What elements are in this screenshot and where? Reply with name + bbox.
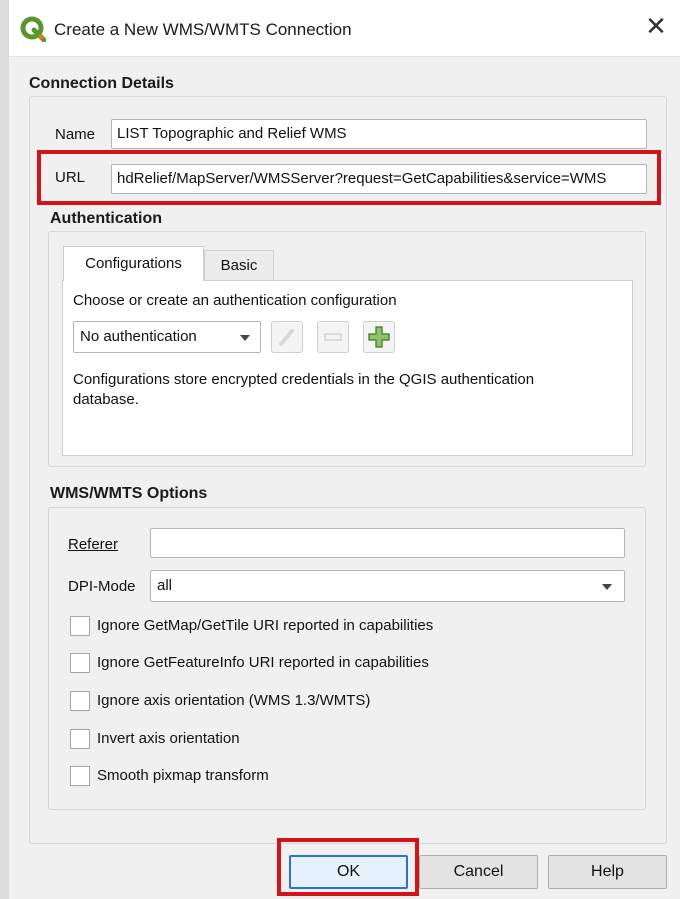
auth-info-line-2: database.: [73, 391, 139, 408]
tab-basic[interactable]: Basic: [204, 250, 274, 280]
window-title: Create a New WMS/WMTS Connection: [54, 20, 352, 39]
auth-config-select[interactable]: No authentication: [73, 321, 261, 353]
dpi-mode-value: all: [157, 577, 173, 594]
edit-config-button[interactable]: [271, 321, 303, 353]
ignore-getfeatureinfo-label: Ignore GetFeatureInfo URI reported in ca…: [97, 654, 429, 671]
chevron-down-icon: [602, 584, 612, 590]
close-icon[interactable]: ✕: [644, 13, 668, 39]
referer-field[interactable]: [150, 528, 625, 558]
referer-label: Referer: [68, 536, 119, 553]
smooth-pixmap-label: Smooth pixmap transform: [97, 767, 269, 784]
invert-axis-orientation-label: Invert axis orientation: [97, 730, 240, 747]
auth-choose-text: Choose or create an authentication confi…: [73, 292, 397, 309]
authentication-title: Authentication: [50, 210, 162, 227]
qgis-logo-icon: [20, 16, 47, 43]
auth-info-line-1: Configurations store encrypted credentia…: [73, 371, 535, 388]
ignore-axis-orientation-label: Ignore axis orientation (WMS 1.3/WMTS): [97, 692, 371, 709]
url-field[interactable]: hdRelief/MapServer/WMSServer?request=Get…: [111, 164, 647, 194]
add-config-button[interactable]: [363, 321, 395, 353]
dpi-mode-label: DPI-Mode: [68, 578, 136, 595]
ignore-getfeatureinfo-checkbox[interactable]: [70, 653, 90, 673]
ignore-axis-orientation-checkbox[interactable]: [70, 691, 90, 711]
auth-config-select-value: No authentication: [80, 328, 197, 345]
invert-axis-orientation-checkbox[interactable]: [70, 729, 90, 749]
remove-config-button[interactable]: [317, 321, 349, 353]
background-strip: [0, 0, 9, 899]
name-field[interactable]: LIST Topographic and Relief WMS: [111, 119, 647, 149]
add-plus-icon: [368, 326, 390, 348]
auth-info-text: Configurations store encrypted credentia…: [73, 370, 534, 410]
wms-options-title: WMS/WMTS Options: [50, 485, 208, 502]
ignore-getmap-checkbox[interactable]: [70, 616, 90, 636]
chevron-down-icon: [240, 335, 250, 341]
ok-button[interactable]: OK: [289, 855, 408, 889]
help-button[interactable]: Help: [548, 855, 667, 889]
dpi-mode-select[interactable]: all: [150, 570, 625, 602]
cancel-button[interactable]: Cancel: [419, 855, 538, 889]
remove-icon: [324, 333, 342, 341]
ignore-getmap-label: Ignore GetMap/GetTile URI reported in ca…: [97, 617, 434, 634]
smooth-pixmap-checkbox[interactable]: [70, 766, 90, 786]
connection-details-title: Connection Details: [29, 75, 174, 92]
tab-configurations[interactable]: Configurations: [63, 246, 204, 281]
url-label: URL: [55, 169, 86, 186]
name-label: Name: [55, 126, 96, 143]
edit-pencil-icon: [279, 329, 294, 346]
